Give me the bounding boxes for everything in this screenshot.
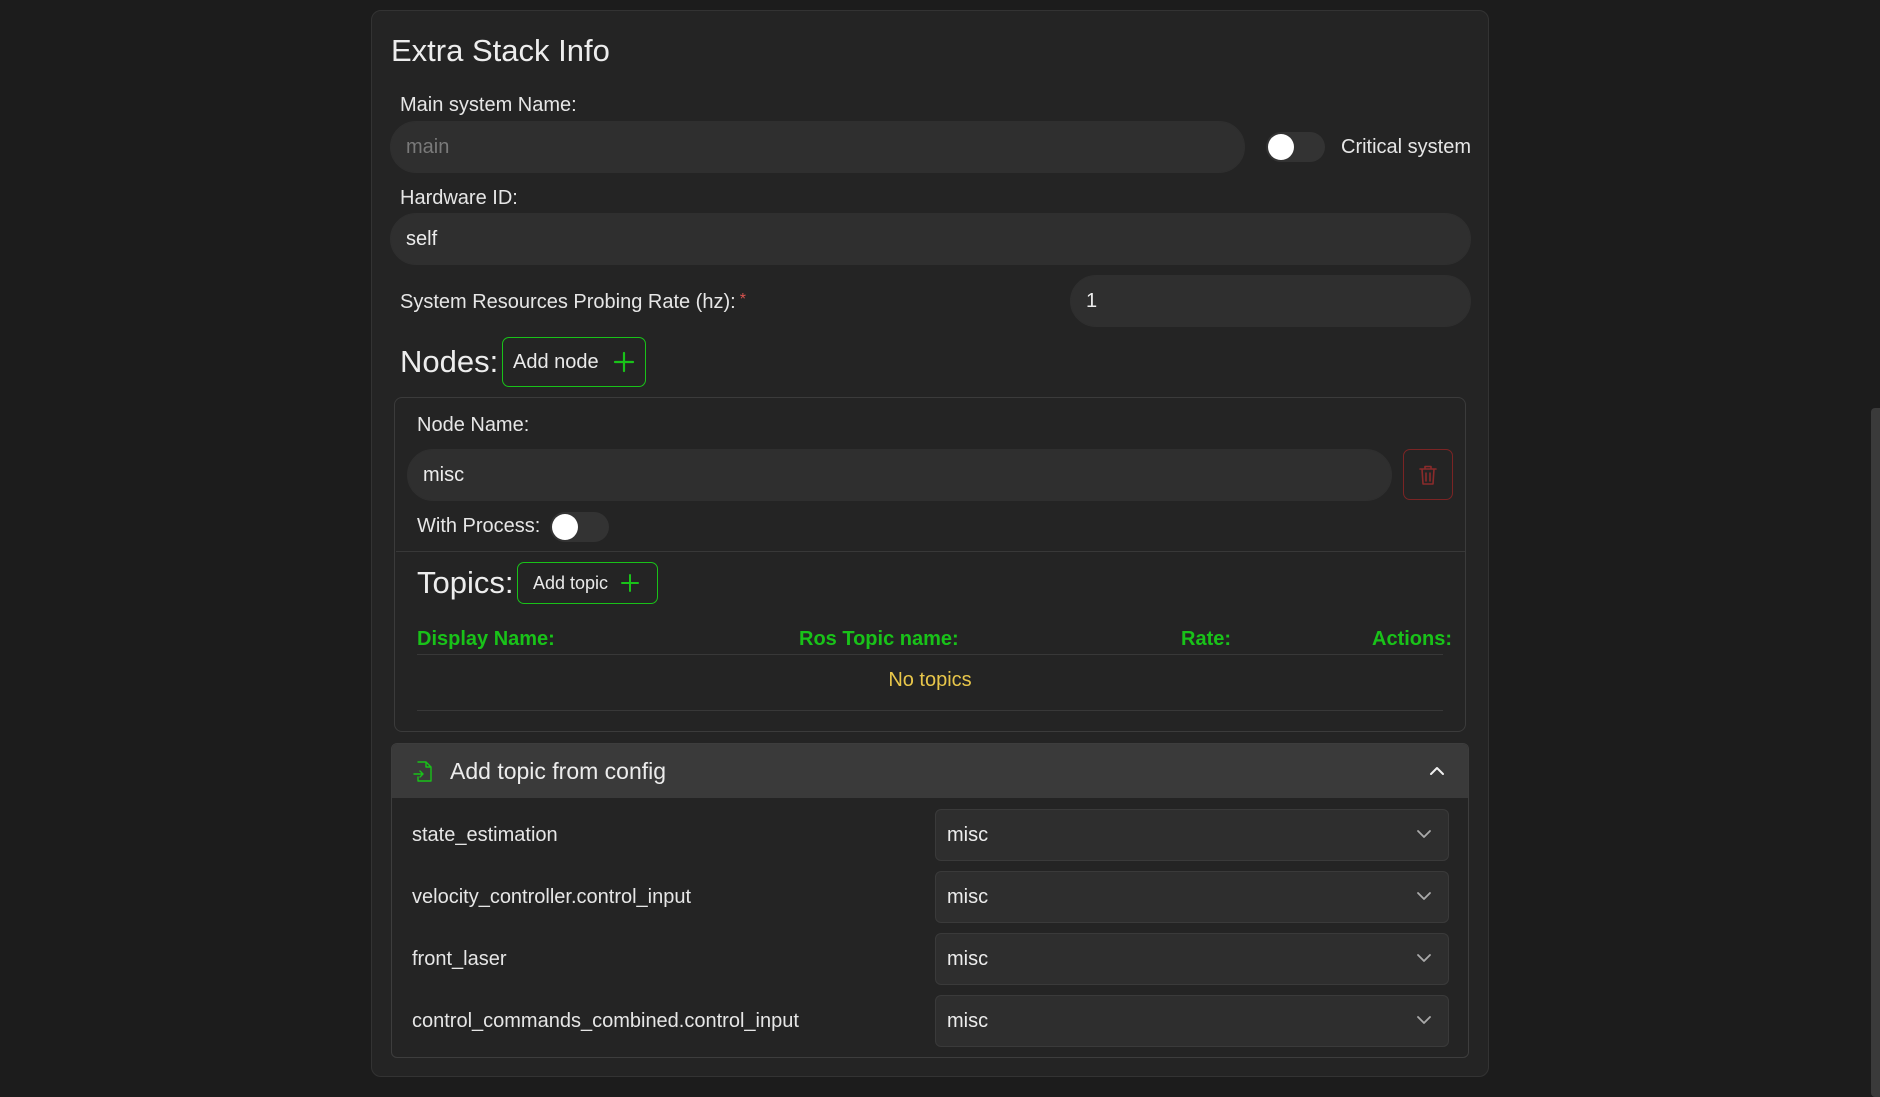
add-topic-from-config-panel: Add topic from config state_estimation m… [391,743,1469,1058]
config-topic-node-select[interactable]: misc [935,809,1449,861]
probing-rate-label-text: System Resources Probing Rate (hz): [400,291,736,313]
plus-icon [613,351,635,373]
config-topic-label: state_estimation [412,824,558,846]
toggle-knob [552,514,578,540]
node-name-input[interactable]: misc [407,449,1392,501]
required-marker: * [739,291,746,308]
config-topic-label: velocity_controller.control_input [412,886,692,908]
table-bottom-divider [417,710,1443,711]
add-topic-button[interactable]: Add topic [517,562,658,604]
chevron-down-icon [1417,954,1431,962]
topics-title: Topics: [417,565,514,600]
probing-rate-label: System Resources Probing Rate (hz): * [400,291,746,314]
with-process-toggle[interactable] [550,512,609,542]
table-header-divider [417,654,1443,655]
with-process-label: With Process: [417,515,541,537]
column-ros-topic-name: Ros Topic name: [799,628,959,650]
page-scrollbar[interactable] [1871,408,1880,1097]
add-node-button[interactable]: Add node [502,337,646,387]
critical-system-toggle[interactable] [1266,132,1325,162]
add-topic-label: Add topic [533,572,609,593]
main-system-name-input[interactable]: main [390,121,1245,173]
probing-rate-input[interactable]: 1 [1070,275,1471,327]
add-topic-from-config-header[interactable]: Add topic from config [392,744,1468,798]
chevron-up-icon[interactable] [1429,765,1445,777]
config-topic-label: front_laser [412,948,507,970]
column-actions: Actions: [1372,628,1452,650]
add-node-label: Add node [513,350,599,373]
node-divider [396,551,1465,552]
column-rate: Rate: [1181,628,1232,650]
config-topic-node-select[interactable]: misc [935,995,1449,1047]
config-topic-node-select[interactable]: misc [935,933,1449,985]
plus-icon [620,573,640,593]
file-import-icon [413,761,432,782]
no-topics-message: No topics [888,669,972,691]
select-value: misc [947,885,989,908]
config-topic-node-select[interactable]: misc [935,871,1449,923]
select-value: misc [947,1009,989,1032]
select-value: misc [947,823,989,846]
critical-system-label: Critical system [1341,136,1472,158]
chevron-down-icon [1417,892,1431,900]
config-topic-label: control_commands_combined.control_input [412,1010,799,1032]
chevron-down-icon [1417,830,1431,838]
toggle-knob [1268,134,1294,160]
chevron-down-icon [1417,1016,1431,1024]
add-topic-from-config-title: Add topic from config [450,758,667,784]
node-name-label: Node Name: [417,414,530,436]
card-title: Extra Stack Info [391,33,610,68]
hardware-id-label: Hardware ID: [400,187,518,209]
column-display-name: Display Name: [417,628,555,650]
delete-node-button[interactable] [1403,449,1453,500]
nodes-title: Nodes: [400,344,499,379]
main-system-name-label: Main system Name: [400,94,577,116]
hardware-id-input[interactable]: self [390,213,1471,265]
select-value: misc [947,947,989,970]
trash-icon [1419,465,1437,485]
